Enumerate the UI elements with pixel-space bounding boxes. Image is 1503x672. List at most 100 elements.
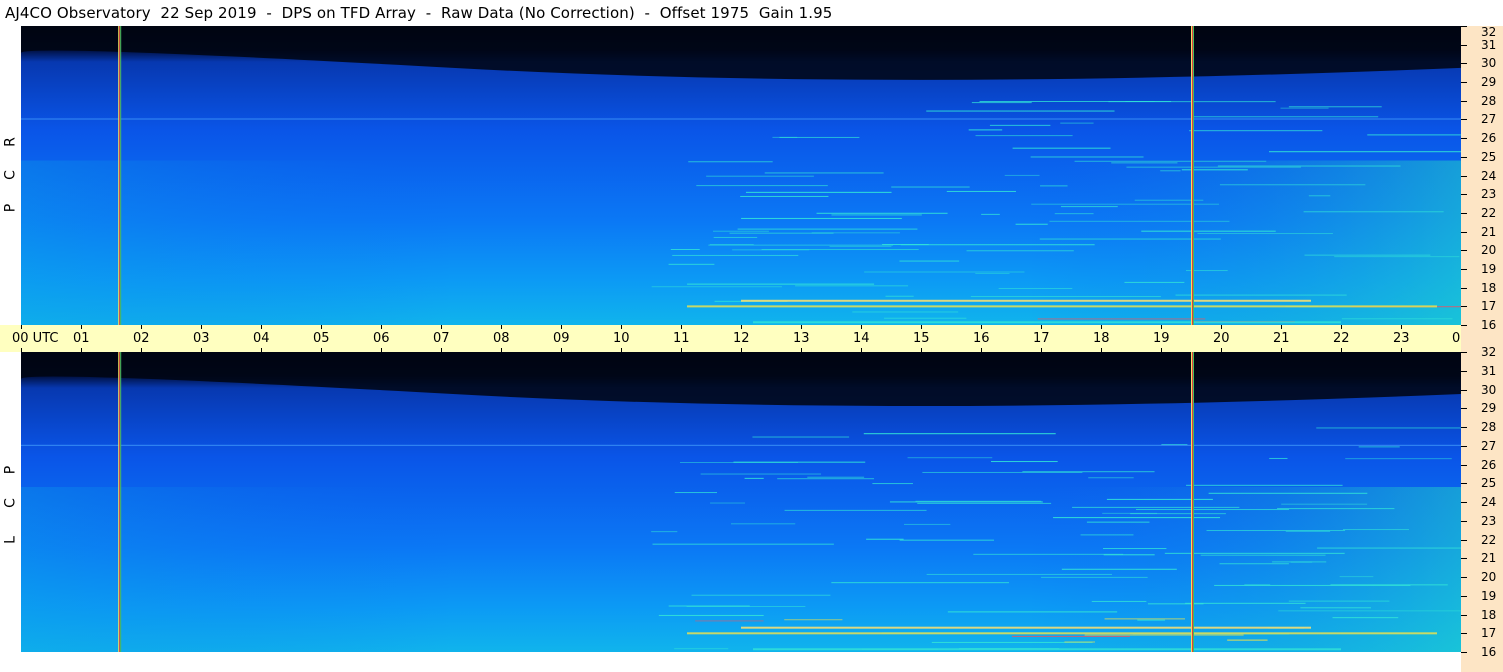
signal-streak: [1012, 147, 1111, 149]
time-tick: [141, 325, 142, 329]
time-tick: [381, 325, 382, 329]
time-tick: [801, 348, 802, 352]
signal-streak: [968, 129, 1003, 131]
signal-streak: [1104, 618, 1186, 620]
spectrogram-rcp: [21, 26, 1461, 325]
freq-tick: [1461, 268, 1467, 270]
time-tick: [1341, 325, 1342, 329]
freq-tick-label: 28: [1481, 420, 1497, 434]
time-tick: [921, 348, 922, 352]
signal-streak: [1015, 223, 1048, 225]
signal-streak: [831, 582, 1009, 584]
time-tick-label: 06: [373, 331, 390, 346]
signal-streak: [1342, 529, 1409, 531]
time-tick: [1101, 348, 1102, 352]
freq-tick: [1461, 389, 1467, 391]
freq-tick-label: 31: [1481, 37, 1497, 52]
freq-tick: [1461, 633, 1467, 635]
time-tick: [681, 348, 682, 352]
signal-streak: [1288, 106, 1382, 108]
signal-streak: [904, 523, 951, 525]
signal-streak: [784, 619, 843, 621]
signal-streak: [1280, 107, 1329, 109]
signal-streak: [737, 228, 918, 230]
time-tick: [81, 325, 82, 329]
signal-streak: [1086, 521, 1150, 523]
time-tick: [441, 348, 442, 352]
pol-letter-lcp-3: P: [2, 465, 19, 475]
signal-streak: [1060, 122, 1094, 124]
freq-tick: [1461, 595, 1467, 597]
freq-tick: [1461, 408, 1467, 410]
freq-tick-label: 23: [1481, 513, 1497, 528]
signal-streak: [1037, 318, 1206, 320]
time-tick: [1101, 325, 1102, 329]
signal-streak: [807, 476, 865, 478]
freq-tick: [1461, 250, 1467, 252]
freq-tick: [1461, 287, 1467, 289]
signal-streak: [1137, 619, 1166, 621]
signal-streak: [811, 232, 900, 234]
time-tick: [1281, 348, 1282, 352]
signal-streak: [710, 502, 746, 504]
strong-signal-band: [687, 632, 1437, 635]
freq-tick-label: 21: [1481, 551, 1497, 566]
signal-streak: [990, 461, 1058, 463]
signal-streak: [866, 538, 904, 540]
strong-signal-band: [741, 626, 1311, 629]
signal-streak: [706, 175, 814, 177]
freq-tick: [1461, 558, 1467, 560]
signal-streak: [971, 102, 1032, 104]
signal-streak: [1061, 568, 1177, 570]
time-tick-label: 09: [553, 331, 570, 346]
signal-streak: [998, 288, 1073, 290]
time-tick: [801, 325, 802, 329]
signal-streak: [917, 502, 1052, 504]
time-tick: [741, 348, 742, 352]
signal-streak: [1214, 584, 1411, 586]
signal-streak: [1049, 220, 1230, 222]
signal-streak: [745, 191, 892, 193]
signal-streak: [975, 135, 1073, 137]
time-tick: [141, 348, 142, 352]
signal-streak: [975, 272, 1010, 274]
freq-tick-label: 26: [1481, 457, 1497, 472]
freq-tick-label: 21: [1481, 224, 1497, 239]
signal-streak: [829, 245, 892, 247]
time-tick: [1401, 348, 1402, 352]
signal-streak: [1200, 554, 1326, 556]
time-tick: [1281, 325, 1282, 329]
bottom-margin: [21, 652, 1461, 672]
strong-signal-band: [753, 321, 1341, 324]
data-gap-line: [1193, 352, 1194, 652]
signal-streak: [891, 186, 970, 188]
signal-streak: [1072, 506, 1240, 508]
signal-streak: [926, 110, 1115, 112]
signal-streak: [1030, 156, 1144, 158]
time-tick-label: 15: [913, 331, 930, 346]
signal-streak: [926, 573, 1113, 575]
freq-tick-label: 22: [1481, 532, 1497, 547]
freq-tick: [1461, 352, 1467, 353]
freq-tick-label: 24: [1481, 495, 1497, 509]
freq-tick-label: 17: [1481, 299, 1497, 314]
time-tick-label: 13: [793, 331, 810, 346]
time-tick: [561, 348, 562, 352]
data-gap-line: [118, 26, 120, 325]
signal-streak: [981, 213, 1000, 215]
time-tick-label: 11: [673, 331, 690, 346]
time-tick: [861, 348, 862, 352]
signal-streak: [1341, 318, 1453, 320]
freq-tick-label: 20: [1481, 570, 1497, 584]
freq-tick-label: 30: [1481, 382, 1497, 397]
signal-streak: [1060, 206, 1118, 208]
signal-streak: [679, 461, 799, 463]
signal-streak: [872, 483, 913, 485]
freq-tick: [1461, 539, 1467, 541]
freq-tick: [1461, 445, 1467, 447]
time-tick-label: 18: [1093, 331, 1110, 346]
time-tick: [1161, 348, 1162, 352]
signal-streak: [1269, 151, 1461, 153]
freq-tick: [1461, 26, 1467, 27]
signal-streak: [752, 436, 850, 438]
